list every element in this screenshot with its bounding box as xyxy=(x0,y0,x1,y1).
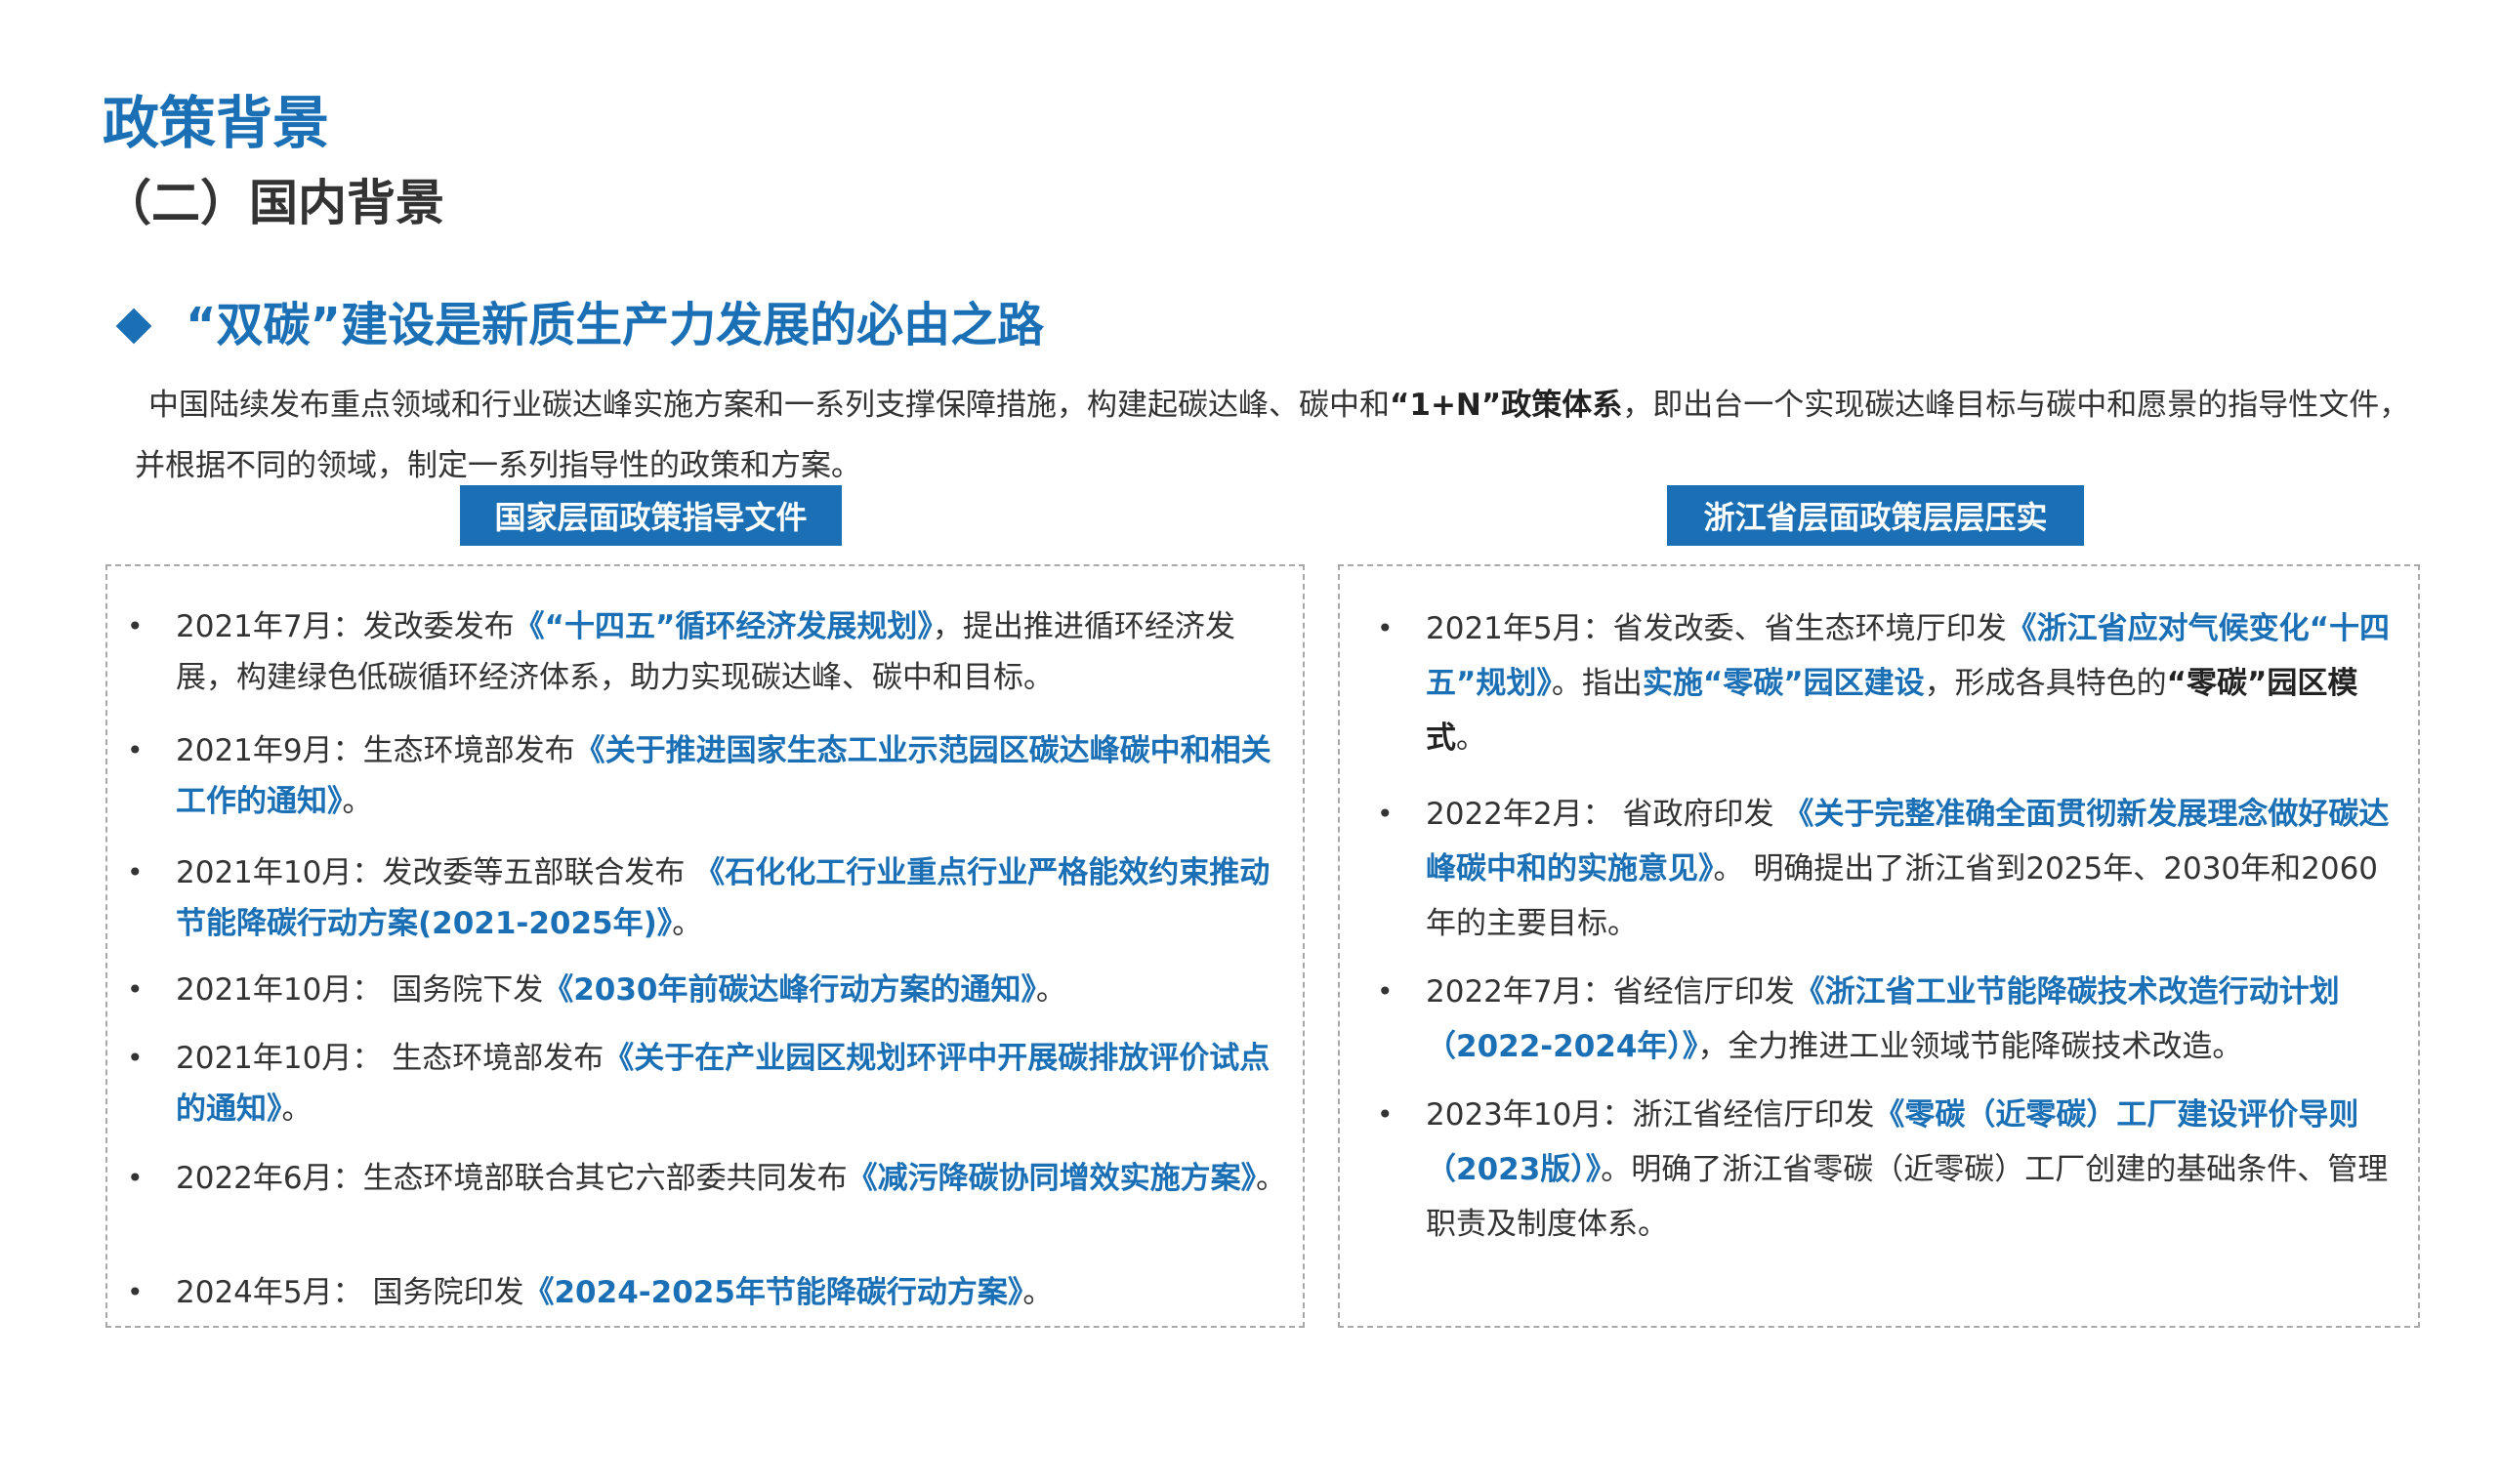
list-item: • 2022年7月：省经信厅印发《浙江省工业节能降碳技术改造行动计划（2022-… xyxy=(1377,965,2402,1074)
intro-bold-text: “1+N”政策体系 xyxy=(1390,388,1623,423)
item-text: 。 xyxy=(342,784,373,819)
item-text: 2021年10月：发改委等五部联合发布 xyxy=(176,855,695,890)
list-item: • 2021年10月： 生态环境部发布《关于在产业园区规划环评中开展碳排放评价试… xyxy=(127,1033,1289,1134)
intro-paragraph: 中国陆续发布重点领域和行业碳达峰实施方案和一系列支撑保障措施，构建起碳达峰、碳中… xyxy=(135,375,2420,496)
bullet-icon: • xyxy=(127,856,144,888)
list-item: • 2021年7月：发改委发布《“十四五”循环经济发展规划》，提出推进循环经济发… xyxy=(127,601,1289,703)
item-text: 2022年7月：省经信厅印发 xyxy=(1426,974,1795,1010)
item-text: 2021年5月：省发改委、省生态环境厅印发 xyxy=(1426,611,2007,646)
item-text: 2021年10月： 生态环境部发布 xyxy=(176,1041,604,1076)
item-text: ，全力推进工业领域节能降碳技术改造。 xyxy=(1697,1029,2243,1064)
item-text: 2022年6月：生态环境部联合其它六部委共同发布 xyxy=(176,1161,848,1196)
policy-document-title: 《减污降碳协同增效实施方案》 xyxy=(847,1161,1257,1196)
policy-document-title: 《2024-2025年节能降碳行动方案》 xyxy=(523,1275,1023,1310)
national-policy-panel: • 2021年7月：发改委发布《“十四五”循环经济发展规划》，提出推进循环经济发… xyxy=(105,564,1305,1328)
bullet-icon: • xyxy=(1377,798,1394,830)
national-policy-label: 国家层面政策指导文件 xyxy=(460,485,842,546)
bullet-icon: • xyxy=(127,973,144,1006)
diamond-bullet-icon xyxy=(115,308,152,345)
bullet-icon: • xyxy=(127,1162,144,1194)
bullet-icon: • xyxy=(1377,975,1394,1008)
list-item: • 2024年5月： 国务院印发《2024-2025年节能降碳行动方案》。 xyxy=(127,1267,1289,1318)
item-text: 。 xyxy=(1256,1161,1287,1196)
list-item: • 2021年10月：发改委等五部联合发布 《石化化工行业重点行业严格能效约束推… xyxy=(127,847,1289,949)
policy-document-title: 《“十四五”循环经济发展规划》 xyxy=(514,609,933,644)
list-item: • 2021年5月：省发改委、省生态环境厅印发《浙江省应对气候变化“十四五”规划… xyxy=(1377,601,2402,765)
bullet-icon: • xyxy=(127,1042,144,1074)
section-heading: “双碳”建设是新质生产力发展的必由之路 xyxy=(115,298,1044,354)
item-text: 2021年10月： 国务院下发 xyxy=(176,972,544,1008)
item-text: 2021年7月：发改委发布 xyxy=(176,609,515,644)
item-text: 。 xyxy=(1035,972,1066,1008)
item-text: 2024年5月： 国务院印发 xyxy=(176,1275,524,1310)
highlight-text: 实施“零碳”园区建设 xyxy=(1642,666,1925,701)
bullet-icon: • xyxy=(127,610,144,642)
zhejiang-policy-panel: • 2021年5月：省发改委、省生态环境厅印发《浙江省应对气候变化“十四五”规划… xyxy=(1338,564,2420,1328)
section-heading-text: “双碳”建设是新质生产力发展的必由之路 xyxy=(186,298,1045,352)
list-item: • 2023年10月：浙江省经信厅印发《零碳（近零碳）工厂建设评价导则（2023… xyxy=(1377,1088,2402,1252)
item-text: 2023年10月：浙江省经信厅印发 xyxy=(1426,1097,1875,1133)
item-text: 2021年9月：生态环境部发布 xyxy=(176,733,575,768)
list-item: • 2021年9月：生态环境部发布《关于推进国家生态工业示范园区碳达峰碳中和相关… xyxy=(127,725,1289,827)
page-title: 政策背景 xyxy=(103,90,330,156)
policy-document-title: 《2030年前碳达峰行动方案的通知》 xyxy=(543,972,1036,1008)
item-text: 。 xyxy=(672,906,703,941)
list-item: • 2021年10月： 国务院下发《2030年前碳达峰行动方案的通知》。 xyxy=(127,965,1289,1015)
list-item: • 2022年2月： 省政府印发 《关于完整准确全面贯彻新发展理念做好碳达峰碳中… xyxy=(1377,787,2402,951)
item-text: 。 xyxy=(1022,1275,1054,1310)
bullet-icon: • xyxy=(127,1276,144,1308)
intro-text-1: 中国陆续发布重点领域和行业碳达峰实施方案和一系列支撑保障措施，构建起碳达峰、碳中… xyxy=(148,388,1390,423)
bullet-icon: • xyxy=(1377,1098,1394,1131)
item-text: 。 xyxy=(1456,721,1486,756)
bullet-icon: • xyxy=(1377,612,1394,644)
slide: 政策背景 （二）国内背景 “双碳”建设是新质生产力发展的必由之路 中国陆续发布重… xyxy=(0,0,2500,1484)
item-text: ，形成各具特色的 xyxy=(1924,666,2167,701)
item-text: 。 xyxy=(281,1092,312,1127)
item-text: 。指出 xyxy=(1551,666,1643,701)
list-item: • 2022年6月：生态环境部联合其它六部委共同发布《减污降碳协同增效实施方案》… xyxy=(127,1153,1289,1204)
bullet-icon: • xyxy=(127,734,144,766)
zhejiang-policy-label: 浙江省层面政策层层压实 xyxy=(1667,485,2084,546)
item-text: 2022年2月： 省政府印发 xyxy=(1426,797,1784,832)
page-subtitle: （二）国内背景 xyxy=(103,175,444,231)
